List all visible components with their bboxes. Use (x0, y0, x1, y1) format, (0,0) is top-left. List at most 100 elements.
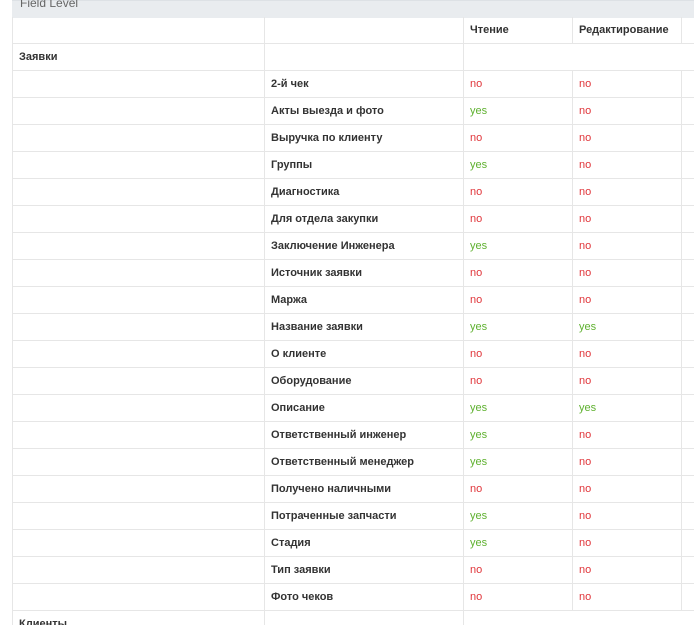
edit-permission[interactable]: no (572, 476, 681, 502)
edit-permission[interactable]: no (572, 71, 681, 97)
edit-permission[interactable]: no (572, 287, 681, 313)
field-name: 2-й чек (264, 71, 463, 97)
read-permission[interactable]: no (463, 125, 572, 151)
read-permission[interactable]: yes (463, 449, 572, 475)
table-row[interactable]: Тип заявки no no (12, 557, 694, 584)
edit-permission[interactable]: no (572, 206, 681, 232)
edit-permission[interactable]: no (572, 260, 681, 286)
edit-permission[interactable]: no (572, 449, 681, 475)
section-name: Клиенты (12, 611, 264, 625)
table-row[interactable]: Выручка по клиенту no no (12, 125, 694, 152)
section-name: Заявки (12, 44, 264, 70)
read-permission[interactable]: yes (463, 314, 572, 340)
table-row[interactable]: Для отдела закупки no no (12, 206, 694, 233)
edit-permission[interactable]: no (572, 233, 681, 259)
extra-column-cell (681, 395, 694, 421)
read-permission[interactable]: yes (463, 422, 572, 448)
table-row[interactable]: Потраченные запчасти yes no (12, 503, 694, 530)
extra-column-cell (681, 98, 694, 124)
section-divider (463, 44, 464, 70)
edit-permission[interactable]: no (572, 368, 681, 394)
section-column-cell (12, 152, 264, 178)
field-name: Акты выезда и фото (264, 98, 463, 124)
section-column-cell (12, 395, 264, 421)
field-name: Ответственный менеджер (264, 449, 463, 475)
section-row[interactable]: Клиенты (12, 611, 694, 625)
field-name: Маржа (264, 287, 463, 313)
edit-permission[interactable]: no (572, 152, 681, 178)
panel-header: Field Level (12, 0, 694, 18)
edit-permission[interactable]: no (572, 557, 681, 583)
permissions-table: Чтение Редактирование Заявки 2-й чек no no А… (12, 17, 694, 625)
section-row[interactable]: Заявки (12, 44, 694, 71)
read-permission[interactable]: no (463, 557, 572, 583)
table-row[interactable]: 2-й чек no no (12, 71, 694, 98)
section-column-cell (12, 341, 264, 367)
extra-column-cell (681, 557, 694, 583)
section-spacer (264, 611, 463, 625)
edit-permission[interactable]: no (572, 503, 681, 529)
read-permission[interactable]: yes (463, 233, 572, 259)
edit-permission[interactable]: no (572, 179, 681, 205)
table-row[interactable]: Диагностика no no (12, 179, 694, 206)
edit-permission[interactable]: no (572, 422, 681, 448)
field-name: Ответственный инженер (264, 422, 463, 448)
extra-column-cell (681, 71, 694, 97)
read-permission[interactable]: no (463, 368, 572, 394)
field-level-panel: Field Level Чтение Редактирование Заявки… (0, 0, 694, 625)
read-permission[interactable]: yes (463, 152, 572, 178)
edit-permission[interactable]: no (572, 341, 681, 367)
table-row[interactable]: Оборудование no no (12, 368, 694, 395)
section-column-cell (12, 179, 264, 205)
field-name: Название заявки (264, 314, 463, 340)
edit-permission[interactable]: no (572, 125, 681, 151)
read-permission[interactable]: no (463, 71, 572, 97)
read-permission[interactable]: no (463, 206, 572, 232)
header-cell-field (264, 17, 463, 43)
read-permission[interactable]: yes (463, 395, 572, 421)
read-permission[interactable]: yes (463, 530, 572, 556)
read-permission[interactable]: no (463, 287, 572, 313)
table-row[interactable]: Акты выезда и фото yes no (12, 98, 694, 125)
header-cell-section (12, 17, 264, 43)
extra-column-cell (681, 260, 694, 286)
section-column-cell (12, 584, 264, 610)
table-row[interactable]: Источник заявки no no (12, 260, 694, 287)
extra-column-cell (681, 341, 694, 367)
section-column-cell (12, 368, 264, 394)
edit-permission[interactable]: no (572, 530, 681, 556)
extra-column-cell (681, 233, 694, 259)
table-row[interactable]: Название заявки yes yes (12, 314, 694, 341)
read-permission[interactable]: no (463, 341, 572, 367)
table-row[interactable]: Фото чеков no no (12, 584, 694, 611)
edit-permission[interactable]: yes (572, 314, 681, 340)
read-permission[interactable]: yes (463, 503, 572, 529)
section-column-cell (12, 557, 264, 583)
table-row[interactable]: Описание yes yes (12, 395, 694, 422)
read-permission[interactable]: no (463, 584, 572, 610)
section-column-cell (12, 314, 264, 340)
header-cell-edit: Редактирование (572, 17, 681, 43)
section-column-cell (12, 449, 264, 475)
field-name: Группы (264, 152, 463, 178)
table-row[interactable]: О клиенте no no (12, 341, 694, 368)
table-row[interactable]: Ответственный менеджер yes no (12, 449, 694, 476)
edit-permission[interactable]: yes (572, 395, 681, 421)
read-permission[interactable]: no (463, 179, 572, 205)
section-column-cell (12, 422, 264, 448)
read-permission[interactable]: yes (463, 98, 572, 124)
extra-column-cell (681, 314, 694, 340)
table-row[interactable]: Группы yes no (12, 152, 694, 179)
edit-permission[interactable]: no (572, 98, 681, 124)
read-permission[interactable]: no (463, 260, 572, 286)
extra-column-cell (681, 476, 694, 502)
edit-permission[interactable]: no (572, 584, 681, 610)
table-row[interactable]: Стадия yes no (12, 530, 694, 557)
section-column-cell (12, 125, 264, 151)
table-row[interactable]: Получено наличными no no (12, 476, 694, 503)
field-name: Получено наличными (264, 476, 463, 502)
table-row[interactable]: Маржа no no (12, 287, 694, 314)
read-permission[interactable]: no (463, 476, 572, 502)
table-row[interactable]: Ответственный инженер yes no (12, 422, 694, 449)
table-row[interactable]: Заключение Инженера yes no (12, 233, 694, 260)
